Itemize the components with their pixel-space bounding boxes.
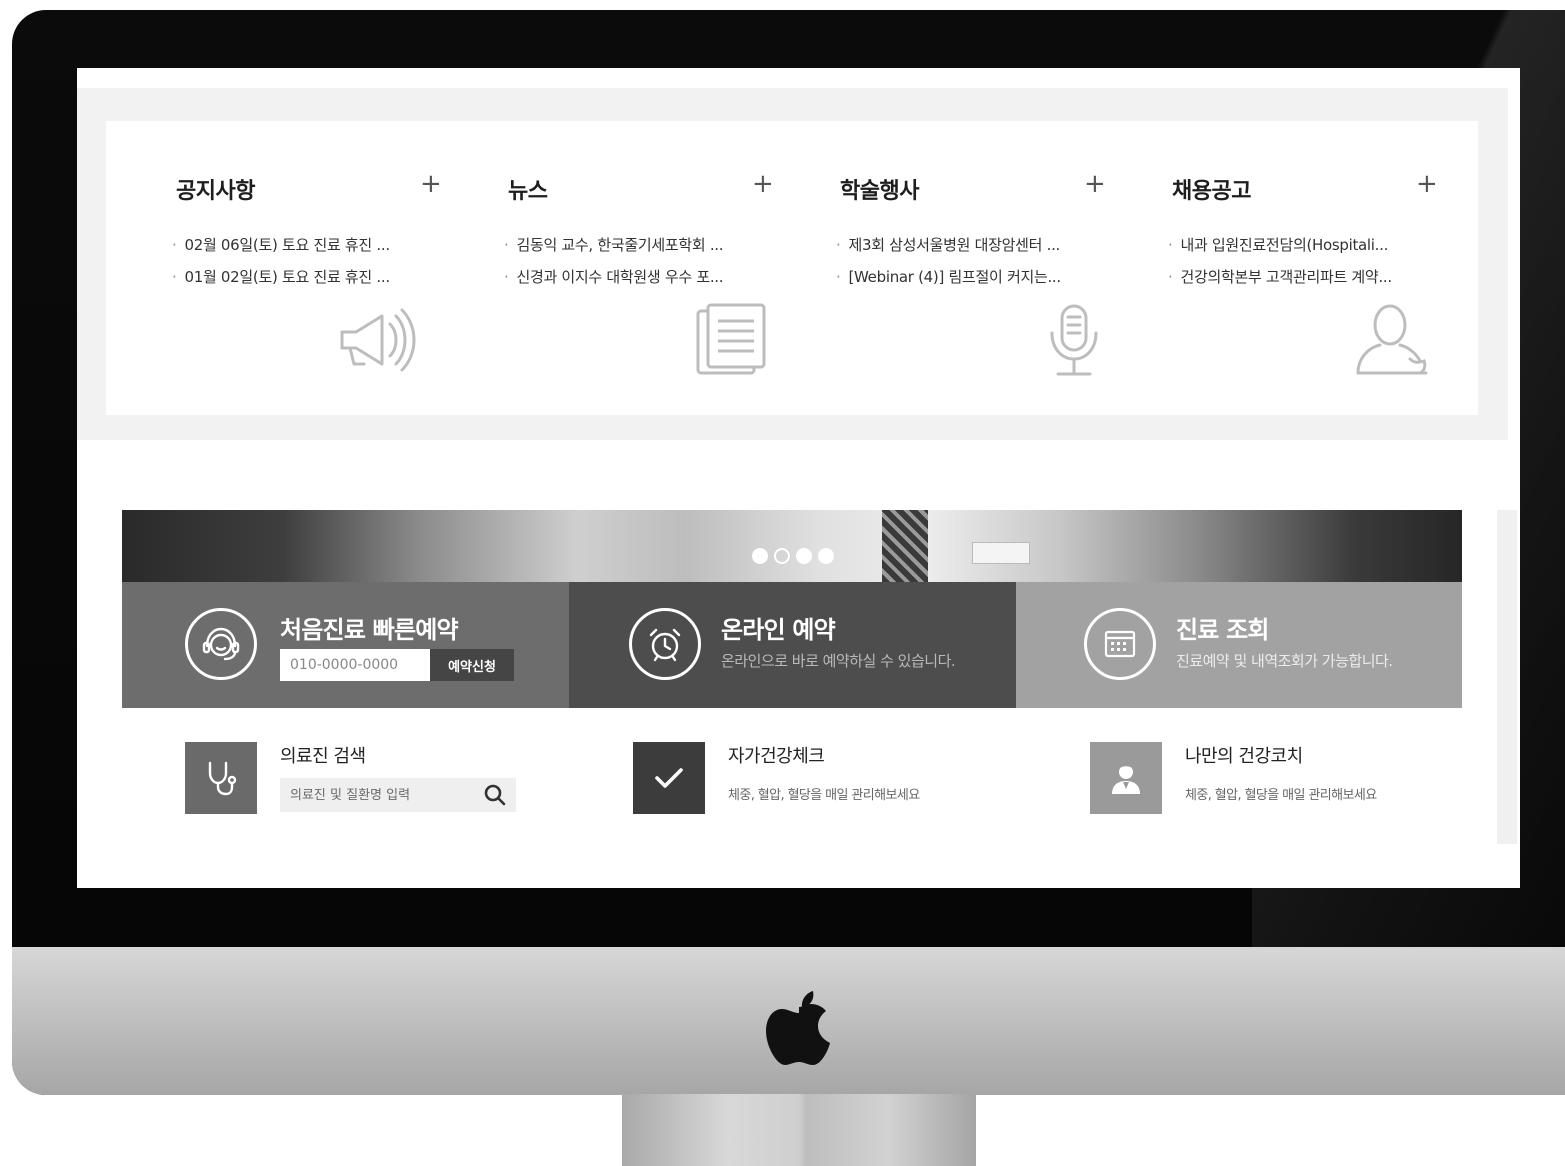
slider-dots	[752, 548, 834, 564]
board-recruit: 채용공고 + · 내과 입원진료전담의(Hospitali... · 건강의학본부 …	[1168, 121, 1442, 415]
self-health-check-desc: 체중, 혈압, 혈당을 매일 관리해보세요	[728, 788, 920, 803]
list-item[interactable]: · 내과 입원진료전담의(Hospitali...	[1168, 229, 1448, 261]
board-notice-title: 공지사항	[176, 179, 255, 204]
slider-dot-2[interactable]	[774, 548, 790, 564]
treatment-lookup-desc: 진료예약 및 내역조회가 가능합니다.	[1176, 652, 1393, 670]
alarm-clock-icon	[649, 628, 681, 662]
health-coach-title: 나만의 건강코치	[1185, 746, 1303, 767]
board-news-title: 뉴스	[508, 179, 548, 204]
megaphone-icon	[340, 308, 416, 372]
bullet: ·	[504, 268, 509, 286]
bullet: ·	[172, 236, 177, 254]
panel-icon-circle	[185, 608, 257, 680]
board-recruit-list: · 내과 입원진료전담의(Hospitali... · 건강의학본부 고객관리파트 …	[1168, 229, 1448, 293]
board-panel: 공지사항 + · 02월 06일(토) 토요 진료 휴진 ... · 01월 02일…	[106, 121, 1478, 415]
first-visit-panel: 처음진료 빠른예약 예약신청	[122, 582, 569, 708]
board-recruit-more-button[interactable]: +	[1416, 171, 1438, 197]
board-news: 뉴스 + · 김동익 교수, 한국줄기세포학회 ... · 신경과 이지수 대학원생…	[504, 121, 778, 415]
online-reservation-desc: 온라인으로 바로 예약하실 수 있습니다.	[721, 652, 956, 670]
board-academic-more-button[interactable]: +	[1084, 171, 1106, 197]
bullet: ·	[836, 236, 841, 254]
bullet: ·	[504, 236, 509, 254]
checkmark-box[interactable]	[633, 742, 705, 814]
list-item[interactable]: · 02월 06일(토) 토요 진료 휴진 ...	[172, 229, 452, 261]
treatment-lookup-panel[interactable]: 진료 조회 진료예약 및 내역조회가 가능합니다.	[1016, 582, 1462, 708]
board-notice: 공지사항 + · 02월 06일(토) 토요 진료 휴진 ... · 01월 02일…	[172, 121, 446, 415]
board-news-more-button[interactable]: +	[752, 171, 774, 197]
board-academic-list: · 제3회 삼성서울병원 대장암센터 ... · [Webinar (4)] 림프절…	[836, 229, 1116, 293]
slider-dot-4[interactable]	[818, 548, 834, 564]
bullet: ·	[836, 268, 841, 286]
checkmark-icon	[655, 768, 683, 788]
scrollbar-track[interactable]	[1497, 510, 1517, 844]
document-icon	[696, 303, 766, 375]
stethoscope-icon	[208, 761, 237, 796]
board-academic-title: 학술행사	[840, 179, 919, 204]
calendar-icon	[1104, 630, 1136, 658]
slider-dot-1[interactable]	[752, 548, 768, 564]
phone-input[interactable]	[280, 649, 430, 681]
doctor-search-input[interactable]	[280, 778, 476, 812]
reservation-apply-button[interactable]: 예약신청	[430, 649, 514, 681]
first-visit-title: 처음진료 빠른예약	[280, 616, 459, 644]
board-recruit-title: 채용공고	[1172, 179, 1251, 204]
doctor-box[interactable]	[1090, 742, 1162, 814]
bullet: ·	[172, 268, 177, 286]
board-notice-more-button[interactable]: +	[420, 171, 442, 197]
doctor-icon	[1112, 764, 1140, 794]
self-health-check-service[interactable]: 자가건강체크 체중, 혈압, 혈당을 매일 관리해보세요	[633, 742, 993, 814]
website-screen: 공지사항 + · 02월 06일(토) 토요 진료 휴진 ... · 01월 02일…	[77, 68, 1520, 888]
list-item[interactable]: · 신경과 이지수 대학원생 우수 포...	[504, 261, 784, 293]
list-item[interactable]: · 01월 02일(토) 토요 진료 휴진 ...	[172, 261, 452, 293]
doctor-search-field	[280, 778, 516, 812]
list-item[interactable]: · [Webinar (4)] 림프절이 커지는...	[836, 261, 1116, 293]
board-section: 공지사항 + · 02월 06일(토) 토요 진료 휴진 ... · 01월 02일…	[77, 88, 1508, 440]
microphone-icon	[1050, 304, 1098, 376]
online-reservation-panel[interactable]: 온라인 예약 온라인으로 바로 예약하실 수 있습니다.	[569, 582, 1016, 708]
panel-icon-circle	[629, 608, 701, 680]
bullet: ·	[1168, 236, 1173, 254]
treatment-lookup-title: 진료 조회	[1176, 616, 1269, 644]
doctor-search-service: 의료진 검색	[185, 742, 545, 814]
online-reservation-title: 온라인 예약	[721, 616, 836, 644]
hero-banner	[122, 510, 1462, 582]
self-health-check-title: 자가건강체크	[728, 746, 825, 767]
banner-photo-tie	[882, 510, 928, 582]
panel-icon-circle	[1084, 608, 1156, 680]
search-icon	[484, 784, 506, 806]
list-item[interactable]: · 건강의학본부 고객관리파트 계약...	[1168, 261, 1448, 293]
doctor-search-button[interactable]	[480, 781, 510, 809]
list-item[interactable]: · 제3회 삼성서울병원 대장암센터 ...	[836, 229, 1116, 261]
banner-photo-badge	[972, 542, 1030, 564]
health-coach-desc: 체중, 혈압, 혈당을 매일 관리해보세요	[1185, 788, 1377, 803]
person-icon	[1356, 304, 1428, 375]
board-academic: 학술행사 + · 제3회 삼성서울병원 대장암센터 ... · [Webinar (…	[836, 121, 1110, 415]
apple-logo-icon	[766, 991, 830, 1065]
bullet: ·	[1168, 268, 1173, 286]
doctor-search-title: 의료진 검색	[280, 746, 366, 767]
board-news-list: · 김동익 교수, 한국줄기세포학회 ... · 신경과 이지수 대학원생 우수 포…	[504, 229, 784, 293]
headset-icon	[202, 627, 240, 661]
slider-dot-3[interactable]	[796, 548, 812, 564]
imac-chin	[12, 947, 1565, 1095]
board-notice-list: · 02월 06일(토) 토요 진료 휴진 ... · 01월 02일(토) 토요 …	[172, 229, 452, 293]
imac-stand	[622, 1094, 976, 1166]
list-item[interactable]: · 김동익 교수, 한국줄기세포학회 ...	[504, 229, 784, 261]
health-coach-service[interactable]: 나만의 건강코치 체중, 혈압, 혈당을 매일 관리해보세요	[1090, 742, 1450, 814]
stethoscope-box[interactable]	[185, 742, 257, 814]
